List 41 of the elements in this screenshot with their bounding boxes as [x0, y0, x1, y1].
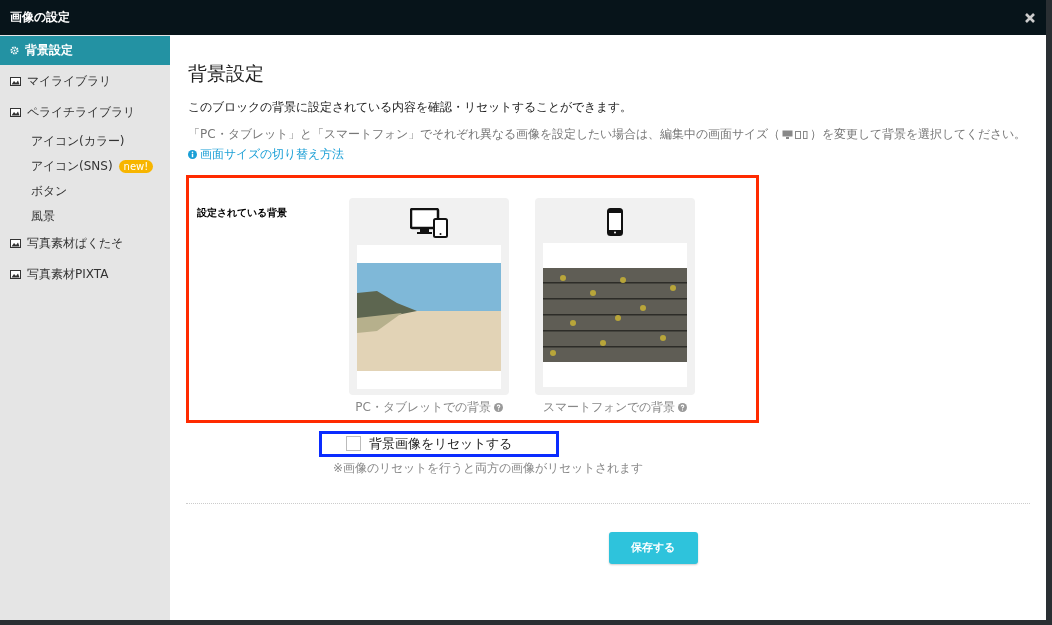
sidebar-item-label: アイコン(SNS)	[31, 158, 113, 175]
new-badge: new!	[118, 160, 154, 173]
settings-icon	[10, 46, 19, 55]
description-text: このブロックの背景に設定されている内容を確認・リセットすることができます。	[188, 99, 633, 116]
page-heading: 背景設定	[188, 61, 265, 86]
sidebar-item-label: マイライブラリ	[27, 73, 111, 90]
sidebar-item-label: 風景	[31, 208, 55, 225]
reset-note: ※画像のリセットを行うと両方の画像がリセットされます	[333, 459, 645, 477]
desktop-tablet-icon	[410, 207, 448, 238]
phone-icon	[607, 207, 623, 236]
image-icon	[10, 77, 21, 86]
section-label: 設定されている背景	[197, 205, 288, 220]
preview-caption: PC・タブレットでの背景	[355, 398, 503, 416]
help-icon[interactable]	[678, 402, 687, 412]
sidebar-item-label: ボタン	[31, 183, 67, 200]
sidebar-item-label: 背景設定	[25, 42, 73, 59]
image-icon	[10, 108, 21, 117]
sidebar-item-label: ペライチライブラリ	[27, 104, 135, 121]
preview-caption: スマートフォンでの背景	[543, 398, 687, 416]
screen-size-note: 「PC・タブレット」と「スマートフォン」でそれぞれ異なる画像を設定したい場合は、編集中の画面サイズ（ ）を変更して背景を選択してください。	[188, 127, 1027, 143]
close-button[interactable]	[1024, 11, 1036, 24]
reset-checkbox[interactable]	[346, 436, 361, 452]
image-icon	[10, 239, 21, 248]
sidebar-item-label: アイコン(カラー)	[31, 133, 125, 150]
sidebar-item[interactable]: ボタン	[0, 179, 170, 204]
sidebar-item[interactable]: 背景設定	[0, 36, 170, 65]
sidebar-item[interactable]: ペライチライブラリ	[0, 98, 170, 127]
image-icon	[10, 270, 21, 279]
help-icon[interactable]	[493, 402, 503, 412]
sidebar-item[interactable]: アイコン(カラー)	[0, 129, 170, 154]
sidebar-item[interactable]: 写真素材PIXTA	[0, 260, 170, 289]
sidebar-item[interactable]: アイコン(SNS) new!	[0, 154, 170, 179]
window-title: 画像の設定	[10, 9, 70, 26]
screen-size-icons	[781, 130, 808, 139]
info-icon	[188, 149, 197, 159]
sidebar-item[interactable]: マイライブラリ	[0, 67, 170, 96]
sidebar-item[interactable]: 風景	[0, 204, 170, 229]
reset-label: 背景画像をリセットする	[369, 434, 512, 453]
sidebar-item[interactable]: 写真素材ぱくたそ	[0, 229, 170, 258]
sidebar-item-label: 写真素材ぱくたそ	[27, 235, 123, 252]
sidebar-item-label: 写真素材PIXTA	[27, 266, 109, 283]
